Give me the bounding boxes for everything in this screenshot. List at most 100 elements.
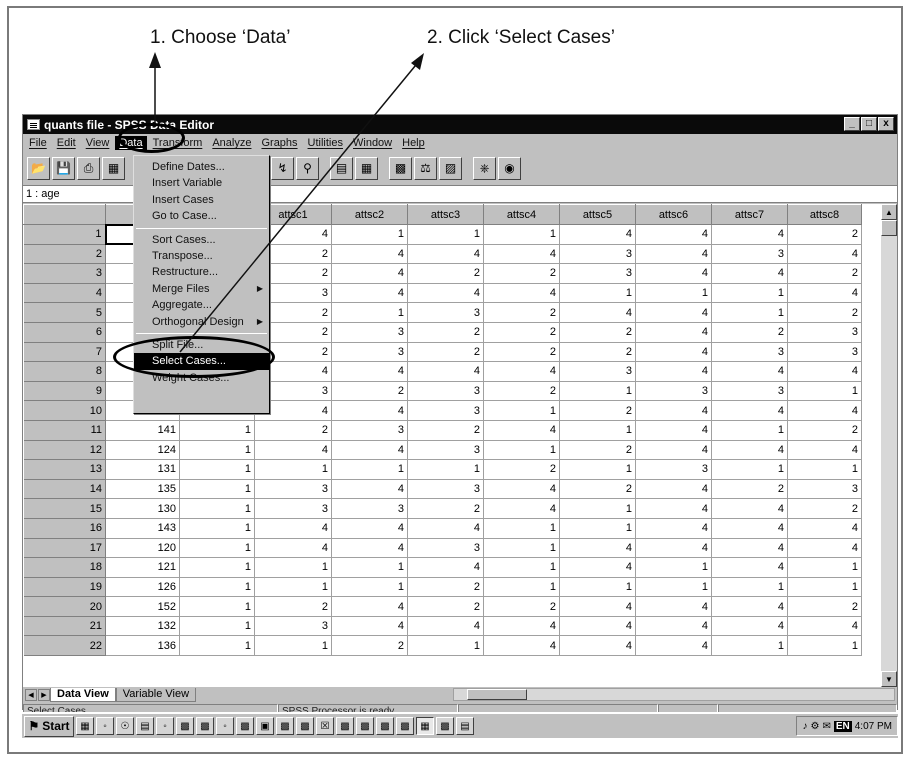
- data-cell[interactable]: 1: [559, 420, 636, 441]
- menu-data[interactable]: Data: [115, 136, 147, 150]
- data-cell[interactable]: 1: [407, 459, 484, 480]
- taskbar-app-icon[interactable]: ▦: [76, 717, 94, 735]
- data-cell[interactable]: 4: [635, 479, 712, 500]
- row-number[interactable]: 9: [23, 381, 106, 402]
- data-cell[interactable]: 1: [179, 557, 255, 578]
- data-cell[interactable]: 4: [483, 420, 560, 441]
- data-cell[interactable]: 1: [179, 498, 255, 519]
- taskbar-app-icon[interactable]: ▩: [276, 717, 294, 735]
- data-cell[interactable]: 1: [179, 635, 255, 657]
- menu-edit[interactable]: Edit: [53, 136, 80, 150]
- data-cell[interactable]: 4: [635, 616, 712, 637]
- variables-icon[interactable]: ↯: [271, 156, 294, 180]
- insert-variable-icon[interactable]: ▦: [355, 156, 378, 180]
- data-cell[interactable]: 2: [483, 381, 560, 402]
- data-cell[interactable]: 3: [331, 322, 408, 343]
- data-cell[interactable]: 152: [105, 596, 180, 617]
- data-cell[interactable]: 1: [254, 459, 332, 480]
- data-cell[interactable]: 126: [105, 577, 180, 598]
- menu-item-define-dates[interactable]: Define Dates...: [134, 159, 269, 175]
- data-cell[interactable]: 4: [711, 224, 788, 245]
- data-cell[interactable]: 2: [331, 381, 408, 402]
- data-cell[interactable]: 3: [331, 498, 408, 519]
- row-number[interactable]: 20: [23, 596, 106, 617]
- data-cell[interactable]: 4: [787, 244, 862, 265]
- row-number[interactable]: 13: [23, 459, 106, 480]
- data-cell[interactable]: 4: [559, 635, 636, 657]
- minimize-button[interactable]: _: [844, 117, 860, 131]
- menu-item-transpose[interactable]: Transpose...: [134, 248, 269, 264]
- taskbar-app-icon[interactable]: ◦: [96, 717, 114, 735]
- data-cell[interactable]: 1: [483, 518, 560, 539]
- data-cell[interactable]: 1: [179, 616, 255, 637]
- data-cell[interactable]: 3: [787, 322, 862, 343]
- data-cell[interactable]: 1: [331, 577, 408, 598]
- data-cell[interactable]: 2: [711, 479, 788, 500]
- data-cell[interactable]: 3: [787, 479, 862, 500]
- data-cell[interactable]: 2: [787, 498, 862, 519]
- data-cell[interactable]: 1: [179, 596, 255, 617]
- data-cell[interactable]: 1: [711, 459, 788, 480]
- data-cell[interactable]: 1: [559, 459, 636, 480]
- column-header[interactable]: attsc2: [331, 204, 408, 225]
- data-cell[interactable]: 124: [105, 440, 180, 461]
- data-cell[interactable]: 4: [331, 596, 408, 617]
- row-number[interactable]: 6: [23, 322, 106, 343]
- taskbar-app-icon[interactable]: ▩: [176, 717, 194, 735]
- data-cell[interactable]: 4: [254, 518, 332, 539]
- data-cell[interactable]: 130: [105, 498, 180, 519]
- row-number[interactable]: 12: [23, 440, 106, 461]
- data-cell[interactable]: 4: [711, 538, 788, 559]
- data-cell[interactable]: 4: [483, 635, 560, 657]
- language-indicator[interactable]: EN: [833, 720, 852, 732]
- data-cell[interactable]: 4: [559, 596, 636, 617]
- data-cell[interactable]: 1: [179, 577, 255, 598]
- data-cell[interactable]: 4: [787, 440, 862, 461]
- row-number[interactable]: 16: [23, 518, 106, 539]
- data-cell[interactable]: 3: [254, 616, 332, 637]
- taskbar-app-icon[interactable]: ▩: [236, 717, 254, 735]
- data-cell[interactable]: 2: [407, 322, 484, 343]
- data-cell[interactable]: 3: [254, 479, 332, 500]
- row-number[interactable]: 3: [23, 263, 106, 284]
- data-cell[interactable]: 4: [559, 224, 636, 245]
- data-cell[interactable]: 4: [711, 557, 788, 578]
- row-number[interactable]: 19: [23, 577, 106, 598]
- data-cell[interactable]: 4: [635, 224, 712, 245]
- data-cell[interactable]: 1: [483, 557, 560, 578]
- data-cell[interactable]: 1: [559, 498, 636, 519]
- data-cell[interactable]: 2: [711, 322, 788, 343]
- data-cell[interactable]: 1: [331, 557, 408, 578]
- maximize-button[interactable]: □: [861, 117, 877, 131]
- column-header[interactable]: attsc7: [711, 204, 788, 225]
- data-cell[interactable]: 3: [711, 342, 788, 363]
- menu-window[interactable]: Window: [349, 136, 396, 150]
- data-cell[interactable]: 141: [105, 420, 180, 441]
- data-cell[interactable]: 4: [635, 518, 712, 539]
- data-cell[interactable]: 4: [559, 557, 636, 578]
- data-cell[interactable]: 1: [787, 459, 862, 480]
- data-cell[interactable]: 4: [711, 596, 788, 617]
- column-header[interactable]: attsc8: [787, 204, 862, 225]
- data-cell[interactable]: 1: [179, 518, 255, 539]
- data-cell[interactable]: 4: [635, 635, 712, 657]
- data-cell[interactable]: 3: [254, 498, 332, 519]
- data-cell[interactable]: 4: [331, 283, 408, 304]
- data-cell[interactable]: 3: [635, 381, 712, 402]
- data-cell[interactable]: 4: [331, 244, 408, 265]
- data-cell[interactable]: 1: [711, 577, 788, 598]
- data-cell[interactable]: 4: [635, 361, 712, 382]
- tab-data-view[interactable]: Data View: [50, 687, 116, 702]
- data-cell[interactable]: 1: [254, 577, 332, 598]
- data-cell[interactable]: 3: [711, 381, 788, 402]
- data-cell[interactable]: 3: [407, 479, 484, 500]
- column-header[interactable]: attsc4: [483, 204, 560, 225]
- data-cell[interactable]: 132: [105, 616, 180, 637]
- data-cell[interactable]: 4: [711, 361, 788, 382]
- data-cell[interactable]: 4: [331, 361, 408, 382]
- open-file-icon[interactable]: 📂: [27, 156, 50, 180]
- taskbar-app-icon[interactable]: ◦: [216, 717, 234, 735]
- menu-item-select-cases[interactable]: Select Cases...: [134, 353, 269, 370]
- data-cell[interactable]: 1: [407, 224, 484, 245]
- dialog-recall-icon[interactable]: ▦: [102, 156, 125, 180]
